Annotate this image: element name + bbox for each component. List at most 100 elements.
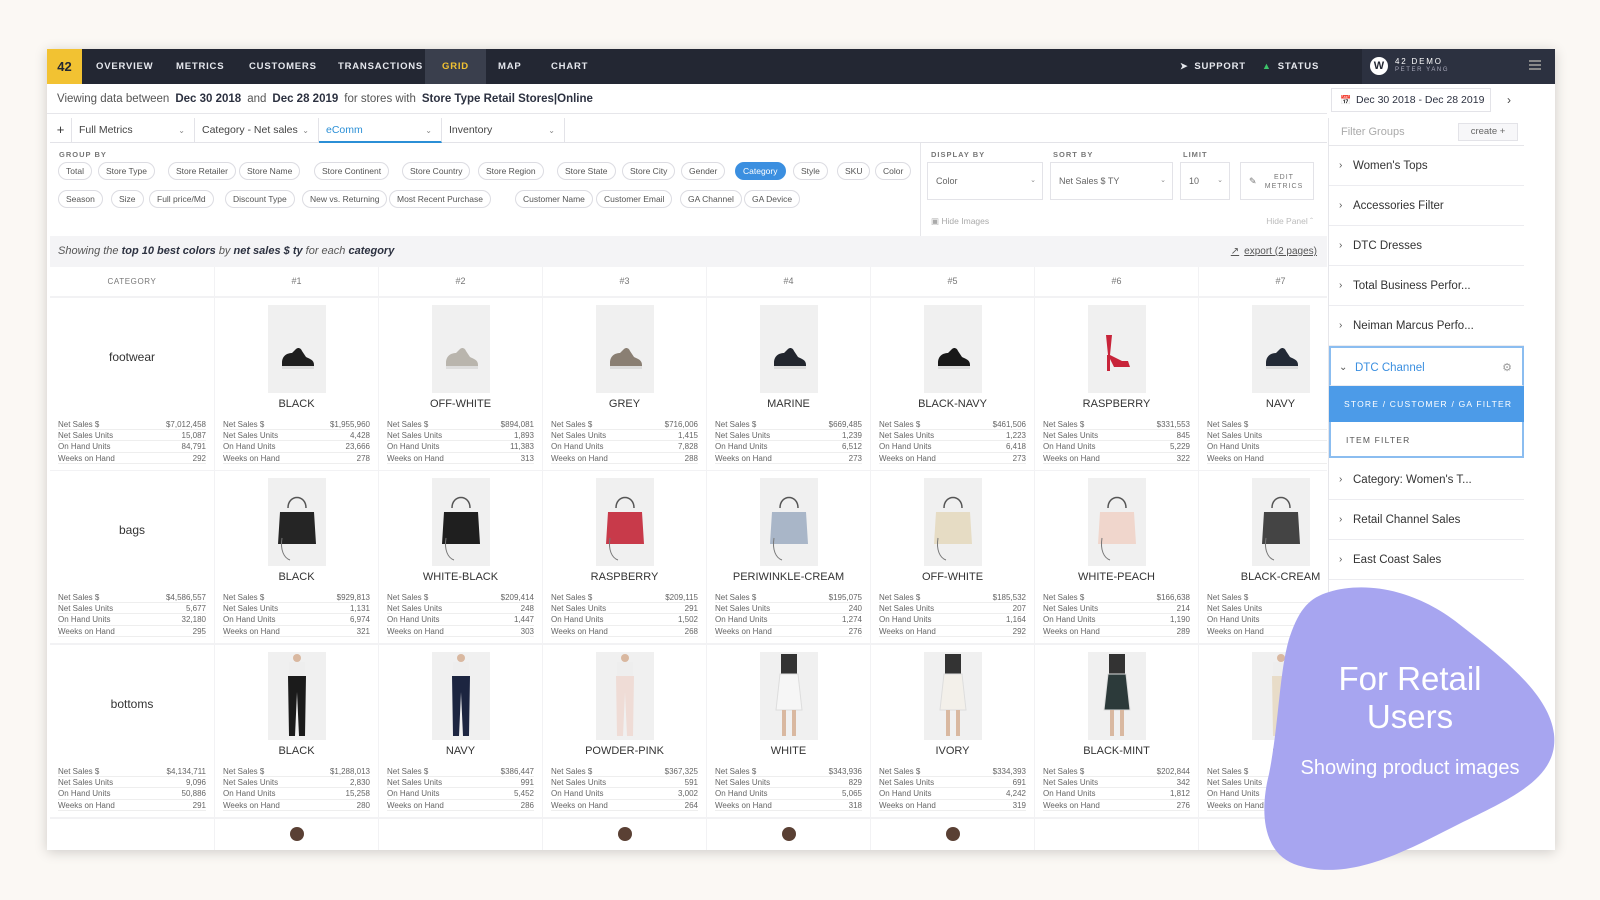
filter-group-neiman-marcus[interactable]: › Neiman Marcus Perfo... <box>1329 306 1524 346</box>
tab-category-net-sales[interactable]: Category - Net sales ⌄ <box>195 118 319 143</box>
add-tab-button[interactable]: + <box>50 118 72 143</box>
column-header-category[interactable]: CATEGORY <box>50 267 214 296</box>
group-by-chip-ga-device[interactable]: GA Device <box>744 190 801 208</box>
product-image[interactable] <box>759 478 818 566</box>
product-cell[interactable]: WHITE Net Sales $ $343,936 Net Sales Units 8… <box>707 645 870 817</box>
hide-panel-toggle[interactable]: Hide Panel ˆ <box>1266 216 1313 226</box>
display-by-select[interactable]: Color ⌄ <box>927 162 1043 200</box>
product-cell[interactable]: RASPBERRY Net Sales $ $209,115 Net Sales Un… <box>543 471 706 643</box>
sort-by-select[interactable]: Net Sales $ TY ⌄ <box>1050 162 1173 200</box>
product-cell[interactable]: NAVY Net Sales $ $386,447 Net Sales Units 99… <box>379 645 542 817</box>
edit-metrics-button[interactable]: ✎ EDIT METRICS <box>1240 162 1314 200</box>
hide-images-toggle[interactable]: ▣ Hide Images <box>931 216 989 227</box>
column-header-rank[interactable]: #4 <box>707 267 870 296</box>
store-customer-ga-filter[interactable]: STORE / CUSTOMER / GA FILTER <box>1329 386 1524 422</box>
filter-group-category-womens[interactable]: › Category: Women's T... <box>1329 460 1524 500</box>
filter-group-total-business[interactable]: › Total Business Perfor... <box>1329 266 1524 306</box>
product-cell[interactable]: OFF-WHITE Net Sales $ $894,081 Net Sales Un… <box>379 298 542 470</box>
nav-grid[interactable]: GRID <box>425 49 486 84</box>
column-header-rank[interactable]: #6 <box>1035 267 1198 296</box>
group-by-chip-sku[interactable]: SKU <box>837 162 871 180</box>
product-image[interactable] <box>431 652 490 740</box>
group-by-chip-discount-type[interactable]: Discount Type <box>225 190 295 208</box>
date-range-picker[interactable]: 📅 Dec 30 2018 - Dec 28 2019 <box>1331 88 1491 112</box>
product-cell[interactable]: BLACK Net Sales $ $1,955,960 Net Sales Unit… <box>215 298 378 470</box>
product-image[interactable] <box>923 478 982 566</box>
product-cell[interactable]: OFF-WHITE Net Sales $ $185,532 Net Sales Un… <box>871 471 1034 643</box>
filter-group-retail-channel[interactable]: › Retail Channel Sales <box>1329 500 1524 540</box>
product-image[interactable] <box>267 478 326 566</box>
chevron-right-icon[interactable]: › <box>1499 88 1519 112</box>
column-header-rank[interactable]: #7 <box>1199 267 1327 296</box>
group-by-chip-color[interactable]: Color <box>875 162 912 180</box>
group-by-chip-store-retailer[interactable]: Store Retailer <box>168 162 236 180</box>
group-by-chip-store-name[interactable]: Store Name <box>239 162 301 180</box>
column-header-rank[interactable]: #1 <box>215 267 378 296</box>
product-cell[interactable]: BLACK-NAVY Net Sales $ $461,506 Net Sales U… <box>871 298 1034 470</box>
product-image[interactable] <box>759 305 818 393</box>
group-by-chip-size[interactable]: Size <box>111 190 144 208</box>
group-by-chip-full-price-md[interactable]: Full price/Md <box>149 190 214 208</box>
product-cell[interactable]: POWDER-PINK Net Sales $ $367,325 Net Sales … <box>543 645 706 817</box>
group-by-chip-total[interactable]: Total <box>58 162 92 180</box>
tab-ecomm[interactable]: eComm ⌄ <box>319 118 442 143</box>
group-by-chip-gender[interactable]: Gender <box>681 162 726 180</box>
product-cell[interactable]: BLACK-MINT Net Sales $ $202,844 Net Sales U… <box>1035 645 1198 817</box>
group-by-chip-store-continent[interactable]: Store Continent <box>314 162 390 180</box>
group-by-chip-ga-channel[interactable]: GA Channel <box>680 190 742 208</box>
product-image[interactable] <box>267 652 326 740</box>
account-menu[interactable]: W 42 DEMO PETER YANG <box>1362 49 1555 84</box>
item-filter[interactable]: ITEM FILTER <box>1329 422 1524 458</box>
product-cell[interactable]: NAVY Net Sales $$Net Sales UnitsOn Hand U… <box>1199 298 1327 470</box>
product-cell[interactable]: RASPBERRY Net Sales $ $331,553 Net Sales Un… <box>1035 298 1198 470</box>
group-by-chip-season[interactable]: Season <box>58 190 103 208</box>
group-by-chip-style[interactable]: Style <box>793 162 828 180</box>
product-image[interactable] <box>431 305 490 393</box>
product-cell[interactable]: BLACK Net Sales $ $929,813 Net Sales Units 1… <box>215 471 378 643</box>
nav-overview[interactable]: OVERVIEW <box>79 49 170 84</box>
column-header-rank[interactable]: #2 <box>379 267 542 296</box>
filter-group-dtc-channel[interactable]: ⌄ DTC Channel ⚙ <box>1329 346 1524 386</box>
column-header-rank[interactable]: #5 <box>871 267 1034 296</box>
product-cell[interactable]: WHITE-BLACK Net Sales $ $209,414 Net Sales … <box>379 471 542 643</box>
group-by-chip-category[interactable]: Category <box>735 162 786 180</box>
tab-inventory[interactable]: Inventory ⌄ <box>442 118 565 143</box>
product-cell[interactable]: MARINE Net Sales $ $669,485 Net Sales Units… <box>707 298 870 470</box>
filter-group-womens-tops[interactable]: › Women's Tops <box>1329 146 1524 186</box>
create-group-button[interactable]: create + <box>1458 123 1518 141</box>
group-by-chip-store-state[interactable]: Store State <box>557 162 616 180</box>
product-image[interactable] <box>1251 305 1310 393</box>
group-by-chip-new-vs-returning[interactable]: New vs. Returning <box>302 190 388 208</box>
group-by-chip-store-region[interactable]: Store Region <box>478 162 544 180</box>
filter-group-east-coast[interactable]: › East Coast Sales <box>1329 540 1524 580</box>
hamburger-menu-icon[interactable] <box>1529 60 1541 70</box>
product-cell[interactable]: BLACK Net Sales $ $1,288,013 Net Sales Unit… <box>215 645 378 817</box>
group-by-chip-customer-name[interactable]: Customer Name <box>515 190 593 208</box>
nav-metrics[interactable]: METRICS <box>159 49 241 84</box>
tab-full-metrics[interactable]: Full Metrics ⌄ <box>72 118 195 143</box>
nav-customers[interactable]: CUSTOMERS <box>232 49 334 84</box>
product-image[interactable] <box>759 652 818 740</box>
product-image[interactable] <box>267 305 326 393</box>
product-cell[interactable]: IVORY Net Sales $ $334,393 Net Sales Units 6… <box>871 645 1034 817</box>
product-cell[interactable]: WHITE-PEACH Net Sales $ $166,638 Net Sales … <box>1035 471 1198 643</box>
status-link[interactable]: ▲ STATUS <box>1262 49 1319 84</box>
product-image[interactable] <box>1087 478 1146 566</box>
export-link[interactable]: ↗ export (2 pages) <box>1231 236 1317 267</box>
filter-group-dtc-dresses[interactable]: › DTC Dresses <box>1329 226 1524 266</box>
filter-group-accessories[interactable]: › Accessories Filter <box>1329 186 1524 226</box>
product-image[interactable] <box>923 305 982 393</box>
nav-chart[interactable]: CHART <box>534 49 605 84</box>
gear-icon[interactable]: ⚙ <box>1502 348 1512 388</box>
product-image[interactable] <box>923 652 982 740</box>
nav-map[interactable]: MAP <box>481 49 539 84</box>
support-link[interactable]: ➤ SUPPORT <box>1180 49 1246 84</box>
filter-groups-input[interactable]: Filter Groups create + <box>1329 118 1524 146</box>
group-by-chip-store-city[interactable]: Store City <box>622 162 676 180</box>
group-by-chip-store-country[interactable]: Store Country <box>402 162 471 180</box>
group-by-chip-most-recent-purchase[interactable]: Most Recent Purchase <box>389 190 491 208</box>
group-by-chip-store-type[interactable]: Store Type <box>98 162 155 180</box>
group-by-chip-customer-email[interactable]: Customer Email <box>596 190 673 208</box>
product-cell[interactable]: GREY Net Sales $ $716,006 Net Sales Units 1,… <box>543 298 706 470</box>
product-image[interactable] <box>431 478 490 566</box>
